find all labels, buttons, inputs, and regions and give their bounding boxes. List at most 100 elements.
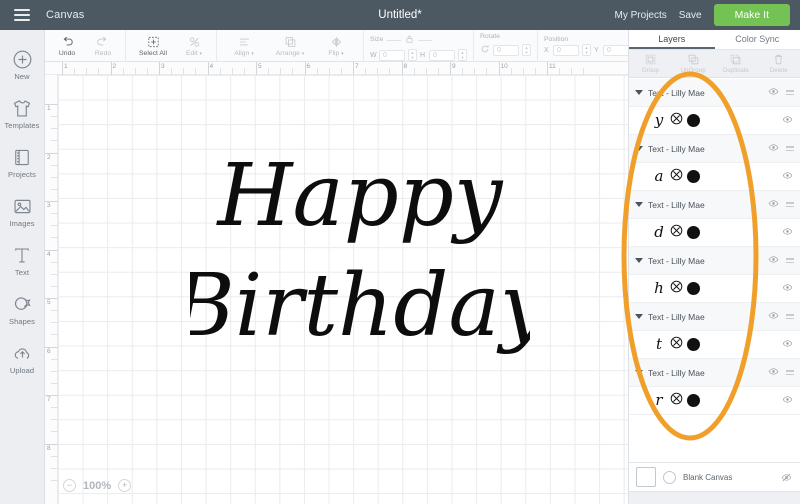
position-label: Position (544, 36, 641, 43)
ungroup-button[interactable]: UnGroup (672, 50, 715, 77)
layer-color-swatch[interactable] (687, 394, 700, 407)
artwork-happy-birthday[interactable]: Happy Birthday (190, 117, 530, 387)
layer-color-swatch[interactable] (687, 226, 700, 239)
my-projects-link[interactable]: My Projects (615, 10, 667, 21)
layer-child-row[interactable]: y (629, 107, 800, 135)
layer-group-row[interactable]: Text - Lilly Mae (629, 303, 800, 331)
visibility-eye-icon[interactable] (781, 280, 794, 298)
drag-handle-icon[interactable] (786, 370, 794, 375)
layer-color-swatch[interactable] (687, 338, 700, 351)
design-canvas[interactable]: Happy Birthday 1234567891011 12345678 − … (45, 62, 628, 504)
sidebar-item-templates[interactable]: Templates (0, 89, 45, 138)
weld-button[interactable]: Weld (663, 492, 697, 504)
sidebar-item-shapes[interactable]: Shapes (0, 285, 45, 334)
attach-button[interactable]: Attach (697, 492, 731, 504)
layer-child-row[interactable]: t (629, 331, 800, 359)
sidebar-item-projects[interactable]: Projects (0, 138, 45, 187)
drag-handle-icon[interactable] (786, 146, 794, 151)
redo-button[interactable]: Redo (85, 30, 121, 62)
sidebar-item-images[interactable]: Images (0, 187, 45, 236)
tab-color-sync[interactable]: Color Sync (715, 30, 800, 49)
visibility-eye-icon[interactable] (767, 140, 780, 158)
contour-button[interactable]: Contour (766, 492, 800, 504)
blank-canvas-row[interactable]: Blank Canvas (629, 462, 800, 492)
layer-group-row[interactable]: Text - Lilly Mae (629, 79, 800, 107)
canvas-label[interactable]: Canvas (46, 9, 85, 21)
chevron-down-icon[interactable] (635, 258, 643, 263)
width-stepper[interactable]: ▲▼ (408, 49, 417, 61)
sidebar-item-upload[interactable]: Upload (0, 334, 45, 383)
drag-handle-icon[interactable] (786, 314, 794, 319)
layer-group-row[interactable]: Text - Lilly Mae (629, 247, 800, 275)
undo-button[interactable]: Undo (49, 30, 85, 62)
layer-child-row[interactable]: r (629, 387, 800, 415)
save-button[interactable]: Save (679, 10, 702, 21)
visibility-eye-icon[interactable] (767, 84, 780, 102)
cut-icon[interactable] (669, 335, 684, 355)
layer-group-row[interactable]: Text - Lilly Mae (629, 135, 800, 163)
chevron-down-icon[interactable] (635, 146, 643, 151)
visibility-eye-icon[interactable] (781, 168, 794, 186)
layer-child-row[interactable]: h (629, 275, 800, 303)
slice-button[interactable]: Slice (629, 492, 663, 504)
layer-group-row[interactable]: Text - Lilly Mae (629, 359, 800, 387)
visibility-eye-icon[interactable] (781, 392, 794, 410)
layer-color-swatch[interactable] (687, 170, 700, 183)
sidebar-item-new[interactable]: New (0, 40, 45, 89)
edit-menu-button[interactable]: Edit ▾ (176, 30, 212, 62)
y-input[interactable]: 0 (603, 45, 629, 56)
drag-handle-icon[interactable] (786, 202, 794, 207)
height-stepper[interactable]: ▲▼ (458, 49, 467, 61)
drag-handle-icon[interactable] (786, 258, 794, 263)
width-input[interactable]: 0 (379, 50, 405, 61)
group-button[interactable]: Group (629, 50, 672, 77)
rotate-input[interactable]: 0 (493, 45, 519, 56)
canvas-color-circle[interactable] (663, 471, 676, 484)
chevron-down-icon[interactable] (635, 202, 643, 207)
hamburger-icon[interactable] (14, 9, 30, 21)
chevron-down-icon[interactable] (635, 90, 643, 95)
visibility-eye-icon[interactable] (781, 224, 794, 242)
zoom-out-button[interactable]: − (63, 479, 76, 492)
layer-color-swatch[interactable] (687, 282, 700, 295)
visibility-eye-icon[interactable] (767, 364, 780, 382)
zoom-in-button[interactable]: + (118, 479, 131, 492)
make-it-button[interactable]: Make It (714, 4, 790, 26)
layer-child-row[interactable]: a (629, 163, 800, 191)
layers-list[interactable]: Text - Lilly MaeyText - Lilly MaeaText -… (629, 79, 800, 462)
flip-button[interactable]: Flip ▾ (313, 30, 359, 62)
visibility-eye-icon[interactable] (767, 196, 780, 214)
canvas-color-swatch[interactable] (636, 467, 656, 487)
x-input[interactable]: 0 (553, 45, 579, 56)
cut-icon[interactable] (669, 167, 684, 187)
select-all-button[interactable]: Select All (130, 30, 176, 62)
visibility-eye-icon[interactable] (781, 336, 794, 354)
tab-layers[interactable]: Layers (629, 30, 715, 49)
layer-child-row[interactable]: d (629, 219, 800, 247)
layer-group-row[interactable]: Text - Lilly Mae (629, 191, 800, 219)
cut-icon[interactable] (669, 391, 684, 411)
visibility-eye-icon[interactable] (767, 308, 780, 326)
sidebar-item-text[interactable]: Text (0, 236, 45, 285)
chevron-down-icon[interactable] (635, 314, 643, 319)
ruler-tick (51, 116, 58, 117)
blank-canvas-visibility[interactable] (780, 472, 793, 483)
align-button[interactable]: Align ▾ (221, 30, 267, 62)
cut-icon[interactable] (669, 223, 684, 243)
layer-row-actions (767, 140, 794, 158)
flatten-button[interactable]: Flatten (732, 492, 766, 504)
layer-color-swatch[interactable] (687, 114, 700, 127)
chevron-down-icon[interactable] (635, 370, 643, 375)
arrange-button[interactable]: Arrange ▾ (267, 30, 313, 62)
cut-icon[interactable] (669, 279, 684, 299)
delete-button[interactable]: Delete (757, 50, 800, 77)
visibility-eye-icon[interactable] (767, 252, 780, 270)
duplicate-button[interactable]: Duplicate (715, 50, 758, 77)
rotate-stepper[interactable]: ▲▼ (522, 44, 531, 56)
height-input[interactable]: 0 (429, 50, 455, 61)
lock-icon[interactable] (405, 31, 414, 49)
visibility-eye-icon[interactable] (781, 112, 794, 130)
x-stepper[interactable]: ▲▼ (582, 44, 591, 56)
drag-handle-icon[interactable] (786, 90, 794, 95)
cut-icon[interactable] (669, 111, 684, 131)
